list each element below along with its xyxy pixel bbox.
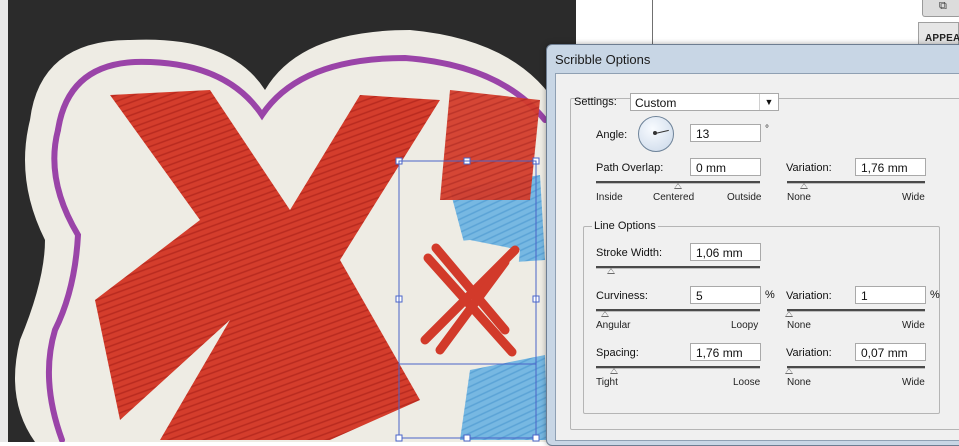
path-overlap-tick-centered: Centered: [653, 192, 695, 203]
angle-dial[interactable]: [638, 116, 674, 152]
curviness-variation-tick-wide: Wide: [902, 320, 925, 331]
artwork-canvas[interactable]: [0, 0, 580, 442]
settings-value: Custom: [635, 96, 677, 110]
stroke-width-slider[interactable]: [596, 266, 760, 269]
spacing-label: Spacing:: [596, 347, 639, 359]
stroke-width-label: Stroke Width:: [596, 247, 663, 259]
curviness-variation-input[interactable]: 1: [855, 286, 926, 304]
path-overlap-tick-outside: Outside: [727, 192, 762, 203]
path-overlap-variation-slider-thumb[interactable]: [800, 183, 808, 189]
path-overlap-variation-input[interactable]: 1,76 mm: [855, 158, 926, 176]
spacing-tick-tight: Tight: [596, 377, 618, 388]
spacing-variation-tick-none: None: [787, 377, 811, 388]
stroke-width-slider-thumb[interactable]: [607, 268, 615, 274]
path-overlap-variation-tick-wide: Wide: [902, 192, 925, 203]
spacing-slider-thumb[interactable]: [610, 368, 618, 374]
panel-icon-button[interactable]: ⧉: [922, 0, 959, 17]
chevron-down-icon[interactable]: ▼: [759, 94, 778, 110]
curviness-tick-angular: Angular: [596, 320, 631, 331]
appearance-tab-label[interactable]: APPEAR: [918, 22, 959, 46]
path-overlap-input[interactable]: 0 mm: [690, 158, 761, 176]
spacing-input[interactable]: 1,76 mm: [690, 343, 761, 361]
angle-unit: °: [765, 124, 769, 135]
spacing-variation-slider-thumb[interactable]: [785, 368, 793, 374]
spacing-variation-tick-wide: Wide: [902, 377, 925, 388]
dialog-body: Settings: Custom ▼ Angle: 13 ° Path Over…: [555, 73, 959, 441]
stroke-width-input[interactable]: 1,06 mm: [690, 243, 761, 261]
curviness-slider[interactable]: [596, 309, 760, 312]
curviness-unit: %: [765, 289, 775, 301]
curviness-input[interactable]: 5: [690, 286, 761, 304]
path-overlap-variation-label: Variation:: [786, 162, 832, 174]
scribble-options-dialog: Scribble Options Settings: Custom ▼ Angl…: [546, 44, 959, 446]
appearance-panel-tab[interactable]: ⧉ APPEAR: [918, 0, 959, 48]
settings-label: Settings:: [574, 96, 617, 108]
path-overlap-label: Path Overlap:: [596, 162, 664, 174]
spacing-tick-loose: Loose: [733, 377, 761, 388]
curviness-variation-tick-none: None: [787, 320, 811, 331]
settings-dropdown[interactable]: Custom ▼: [630, 93, 779, 111]
spacing-slider[interactable]: [596, 366, 760, 369]
curviness-tick-loopy: Loopy: [731, 320, 759, 331]
path-overlap-variation-tick-none: None: [787, 192, 811, 203]
panel-icon: ⧉: [939, 0, 947, 12]
curviness-label: Curviness:: [596, 290, 648, 302]
path-overlap-tick-inside: Inside: [596, 192, 623, 203]
curviness-variation-slider-thumb[interactable]: [785, 311, 793, 317]
curviness-variation-unit: %: [930, 289, 940, 301]
curviness-variation-label: Variation:: [786, 290, 832, 302]
path-overlap-slider-thumb[interactable]: [674, 183, 682, 189]
line-options-title: Line Options: [592, 220, 658, 232]
spacing-variation-slider[interactable]: [787, 366, 925, 369]
spacing-variation-input[interactable]: 0,07 mm: [855, 343, 926, 361]
angle-label: Angle:: [596, 129, 628, 141]
curviness-slider-thumb[interactable]: [601, 311, 609, 317]
spacing-variation-label: Variation:: [786, 347, 832, 359]
curviness-variation-slider[interactable]: [787, 309, 925, 312]
dialog-title: Scribble Options: [555, 52, 651, 67]
angle-input[interactable]: 13: [690, 124, 761, 142]
